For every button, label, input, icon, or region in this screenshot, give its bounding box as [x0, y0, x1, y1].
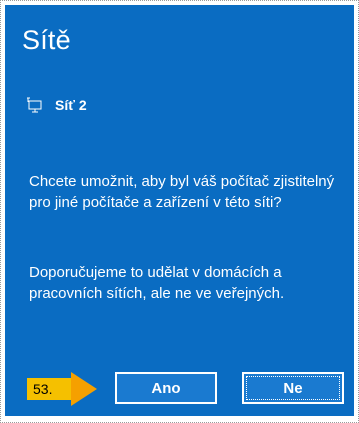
- arrow-right-icon: [71, 372, 97, 406]
- discovery-question: Chcete umožnit, aby byl váš počítač zjis…: [29, 173, 335, 211]
- network-name: Síť 2: [55, 97, 87, 113]
- panel-title: Sítě: [22, 25, 71, 55]
- no-button[interactable]: Ne: [242, 372, 344, 404]
- yes-button[interactable]: Ano: [115, 372, 217, 404]
- step-marker-label: 53.: [27, 378, 75, 400]
- discovery-advice: Doporučujeme to udělat v domácích a prac…: [29, 264, 285, 302]
- network-row: Síť 2: [27, 97, 87, 113]
- step-marker: 53.: [27, 372, 97, 406]
- network-discovery-panel: Sítě Síť 2 Chcete umožnit, aby byl váš p…: [5, 5, 354, 416]
- network-ethernet-icon: [27, 97, 42, 113]
